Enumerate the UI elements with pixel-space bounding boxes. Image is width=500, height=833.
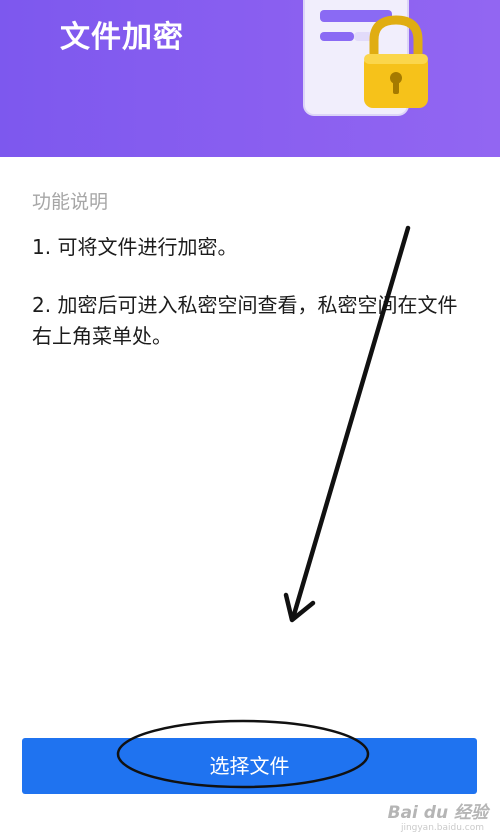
section-label: 功能说明 (32, 191, 109, 213)
description-item: 1. 可将文件进行加密。 (32, 235, 238, 259)
document-lock-icon (303, 0, 428, 116)
watermark-url: jingyan.baidu.com (400, 823, 484, 833)
watermark-logo: Bai du 经验 (387, 803, 488, 823)
select-file-button[interactable]: 选择文件 (22, 738, 477, 794)
header-banner: 文件加密 (0, 0, 500, 157)
page-title: 文件加密 (60, 20, 184, 55)
main-content: 功能说明 1. 可将文件进行加密。 2. 加密后可进入私密空间查看，私密空间在文… (0, 157, 500, 833)
description-item: 2. 加密后可进入私密空间查看，私密空间在文件右上角菜单处。 (32, 293, 458, 348)
